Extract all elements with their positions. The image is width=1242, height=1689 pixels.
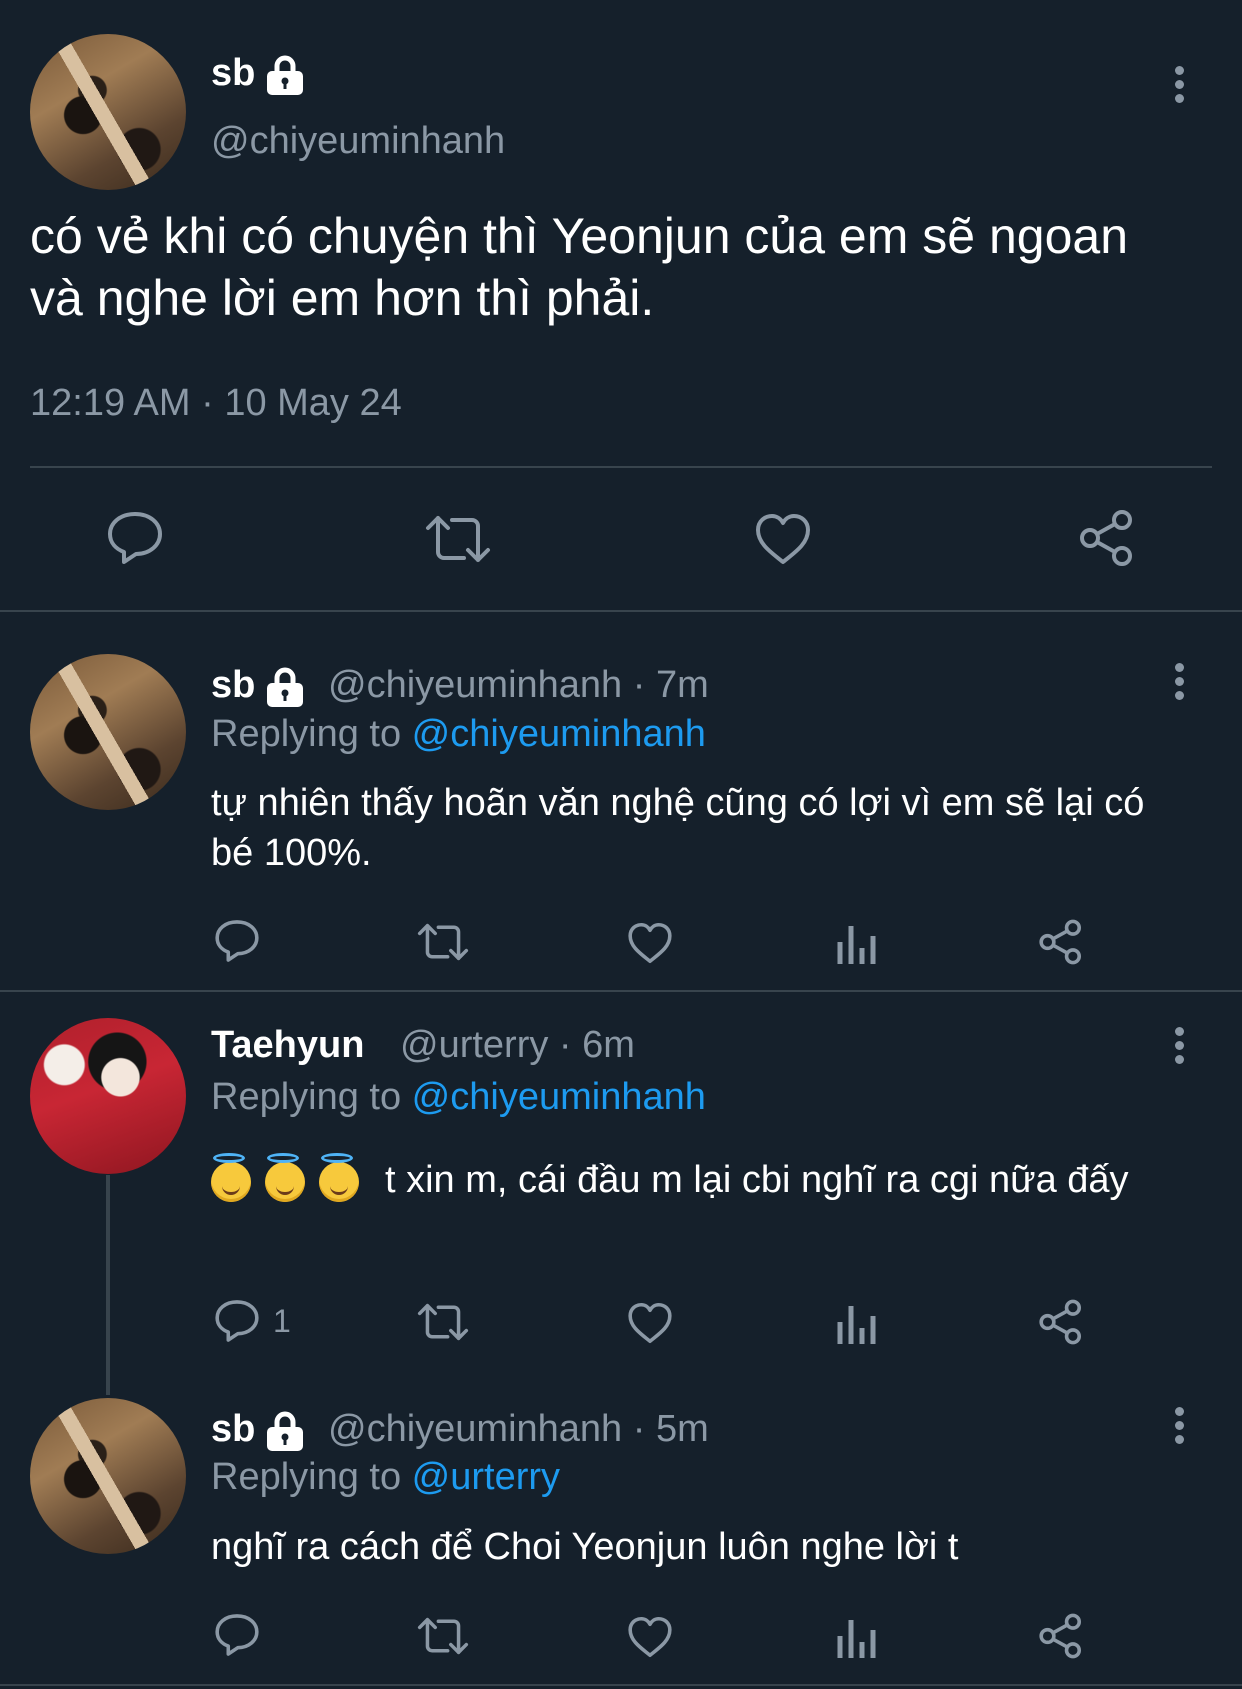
replying-to-link[interactable]: @chiyeuminhanh: [412, 713, 706, 755]
reply-name[interactable]: Taehyun: [211, 1024, 364, 1067]
divider: [0, 610, 1242, 612]
reply-text-body: t xin m, cái đầu m lại cbi nghĩ ra cgi n…: [385, 1159, 1129, 1201]
smiling-face-with-halo-icon: [211, 1152, 251, 1202]
display-name: Taehyun: [211, 1024, 365, 1066]
replying-to-label: Replying to: [211, 1076, 412, 1118]
lock-icon: [267, 1411, 304, 1451]
avatar[interactable]: [30, 1398, 186, 1554]
retweet-icon[interactable]: [416, 1615, 470, 1657]
more-options-icon[interactable]: [1172, 66, 1186, 108]
like-icon[interactable]: [754, 512, 812, 566]
display-name: sb: [211, 1408, 256, 1450]
analytics-icon[interactable]: [836, 1614, 876, 1658]
share-icon[interactable]: [1038, 1298, 1084, 1346]
retweet-icon[interactable]: [416, 921, 470, 963]
main-tweet-name[interactable]: sb: [211, 52, 305, 96]
tweet-timestamp[interactable]: 12:19 AM · 10 May 24: [30, 382, 402, 425]
lock-icon: [267, 55, 304, 95]
avatar[interactable]: [30, 1018, 186, 1174]
replying-to: Replying to @urterry: [211, 1456, 560, 1499]
share-icon[interactable]: [1038, 1612, 1084, 1660]
reply-text: tự nhiên thấy hoãn văn nghệ cũng có lợi …: [211, 782, 1145, 874]
like-icon[interactable]: [627, 921, 673, 965]
reply-icon[interactable]: [106, 510, 164, 566]
analytics-icon[interactable]: [836, 920, 876, 964]
divider: [30, 466, 1212, 468]
reply-icon[interactable]: [214, 1612, 260, 1658]
lock-icon: [267, 667, 304, 707]
replying-to: Replying to @chiyeuminhanh: [211, 713, 706, 756]
share-icon[interactable]: [1078, 508, 1136, 568]
thread-line: [106, 1175, 110, 1395]
more-options-icon[interactable]: [1172, 663, 1186, 705]
main-tweet-handle[interactable]: @chiyeuminhanh: [211, 120, 505, 163]
reply-text: t xin m, cái đầu m lại cbi nghĩ ra cgi n…: [211, 1152, 1201, 1205]
reply-name[interactable]: sb: [211, 1408, 305, 1452]
replying-to-link[interactable]: @chiyeuminhanh: [412, 1076, 706, 1118]
smiling-face-with-halo-icon: [319, 1152, 359, 1202]
analytics-icon[interactable]: [836, 1300, 876, 1344]
reply-icon[interactable]: [214, 918, 260, 964]
smiling-face-with-halo-icon: [265, 1152, 305, 1202]
like-icon[interactable]: [627, 1301, 673, 1345]
retweet-icon[interactable]: [424, 512, 492, 566]
reply-handle[interactable]: @urterry · 6m: [400, 1024, 635, 1067]
reply-name[interactable]: sb: [211, 664, 305, 708]
replying-to-label: Replying to: [211, 713, 412, 755]
replying-to-link[interactable]: @urterry: [412, 1456, 560, 1498]
reply-count: 1: [273, 1303, 291, 1339]
reply-handle[interactable]: @chiyeuminhanh · 5m: [328, 1408, 709, 1451]
display-name: sb: [211, 664, 256, 706]
main-tweet-text: có vẻ khi có chuyện thì Yeonjun của em s…: [30, 208, 1128, 326]
replying-to: Replying to @chiyeuminhanh: [211, 1076, 706, 1119]
more-options-icon[interactable]: [1172, 1407, 1186, 1449]
like-icon[interactable]: [627, 1615, 673, 1659]
reply-text: nghĩ ra cách để Choi Yeonjun luôn nghe l…: [211, 1526, 959, 1568]
reply-icon[interactable]: [214, 1298, 260, 1344]
divider: [0, 990, 1242, 992]
share-icon[interactable]: [1038, 918, 1084, 966]
retweet-icon[interactable]: [416, 1301, 470, 1343]
avatar[interactable]: [30, 654, 186, 810]
display-name: sb: [211, 52, 256, 94]
divider: [0, 1684, 1242, 1686]
replying-to-label: Replying to: [211, 1456, 412, 1498]
reply-handle[interactable]: @chiyeuminhanh · 7m: [328, 664, 709, 707]
more-options-icon[interactable]: [1172, 1027, 1186, 1069]
avatar[interactable]: [30, 34, 186, 190]
